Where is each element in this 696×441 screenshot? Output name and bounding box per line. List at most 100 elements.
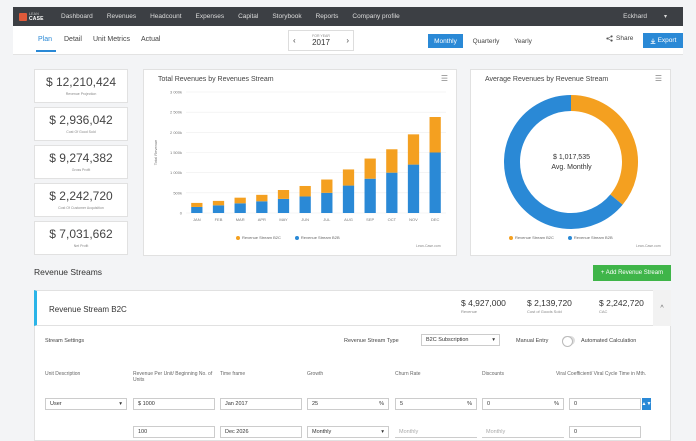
nav-revenues[interactable]: Revenues bbox=[107, 13, 136, 20]
col-discounts: Discounts bbox=[482, 371, 504, 377]
revenue-streams-title: Revenue Streams bbox=[34, 267, 103, 277]
stream-cac: $ 2,242,720 CAC bbox=[599, 298, 644, 314]
bar-revenue-stream-b2c bbox=[364, 158, 376, 179]
add-revenue-stream-button[interactable]: + Add Revenue Stream bbox=[593, 265, 671, 281]
nav-reports[interactable]: Reports bbox=[316, 13, 339, 20]
x-tick-label: SEP bbox=[366, 217, 374, 222]
stream-type-label: Revenue Stream Type bbox=[344, 338, 399, 344]
bar-revenue-stream-b2b bbox=[429, 152, 441, 213]
viral-coefficient-input[interactable]: 0 bbox=[569, 398, 641, 410]
nav-expenses[interactable]: Expenses bbox=[196, 13, 225, 20]
x-tick-label: DEC bbox=[431, 217, 440, 222]
tab-unit-metrics[interactable]: Unit Metrics bbox=[93, 36, 130, 43]
y-tick-label: 1 000k bbox=[170, 170, 182, 175]
bar-revenue-stream-b2b bbox=[321, 192, 333, 213]
bar-revenue-stream-b2c bbox=[256, 194, 268, 202]
sub-navigation: Plan Detail Unit Metrics Actual ‹ FOR YE… bbox=[13, 26, 683, 55]
calculation-mode-toggle[interactable] bbox=[562, 336, 575, 347]
x-tick-label: AUG bbox=[344, 217, 353, 222]
nav-company-profile[interactable]: Company profile bbox=[352, 13, 399, 20]
discount-period-select[interactable]: Monthly bbox=[482, 426, 564, 438]
nav-storybook[interactable]: Storybook bbox=[272, 13, 301, 20]
next-year-icon[interactable]: › bbox=[346, 36, 349, 45]
download-icon bbox=[650, 38, 655, 44]
x-tick-label: MAR bbox=[236, 217, 245, 222]
year-selector: ‹ FOR YEAR 2017 › bbox=[288, 30, 354, 51]
time-frame-end-input[interactable]: Dec 2026 bbox=[220, 426, 302, 438]
y-tick-label: 1 500k bbox=[170, 150, 182, 155]
x-tick-label: OCT bbox=[388, 217, 397, 222]
collapse-stream-icon[interactable]: ^ bbox=[653, 290, 671, 326]
nav-capital[interactable]: Capital bbox=[238, 13, 258, 20]
chevron-down-icon: ▾ bbox=[381, 429, 384, 435]
growth-input[interactable]: 25% bbox=[307, 398, 389, 410]
bar-revenue-stream-b2b bbox=[256, 201, 268, 213]
nav-dashboard[interactable]: Dashboard bbox=[61, 13, 93, 20]
tab-actual[interactable]: Actual bbox=[141, 36, 160, 43]
stream-type-select[interactable]: B2C Subscription ▾ bbox=[421, 334, 500, 346]
x-tick-label: FEB bbox=[215, 217, 223, 222]
tab-plan[interactable]: Plan bbox=[38, 36, 52, 43]
stream-header[interactable]: Revenue Stream B2C $ 4,927,000 Revenue $… bbox=[34, 290, 671, 326]
y-tick-label: 0 bbox=[180, 211, 183, 216]
chevron-down-icon: ▾ bbox=[119, 401, 122, 407]
bar-revenue-stream-b2c bbox=[212, 200, 225, 206]
manual-entry-label: Manual Entry bbox=[516, 338, 549, 344]
bar-revenue-stream-b2c bbox=[342, 169, 355, 186]
bar-revenue-stream-b2b bbox=[342, 185, 355, 213]
previous-year-icon[interactable]: ‹ bbox=[293, 36, 296, 45]
nav-headcount[interactable]: Headcount bbox=[150, 13, 181, 20]
y-tick-label: 3 000k bbox=[170, 90, 182, 95]
growth-period-select[interactable]: Monthly ▾ bbox=[307, 426, 389, 438]
bar-revenue-stream-b2c bbox=[191, 202, 203, 207]
app-logo[interactable]: LEAN CASE bbox=[13, 12, 61, 22]
bar-revenue-stream-b2c bbox=[321, 179, 333, 193]
chevron-down-icon: ▾ bbox=[492, 337, 495, 343]
export-button[interactable]: Export bbox=[643, 33, 683, 48]
monthly-button[interactable]: Monthly bbox=[428, 34, 463, 48]
beginning-units-input[interactable]: 100 bbox=[133, 426, 215, 438]
y-tick-label: 2 000k bbox=[170, 130, 182, 135]
kpi-gross-profit: $ 9,274,382 Gross Profit bbox=[34, 145, 128, 179]
viral-cycle-input[interactable]: 0 bbox=[569, 426, 641, 438]
stepper-icon[interactable]: ▲▼ bbox=[642, 398, 651, 410]
x-tick-label: JUL bbox=[323, 217, 331, 222]
col-revenue-per-unit: Revenue Per Unit/ Beginning No. of Units bbox=[133, 371, 213, 383]
y-tick-label: 2 500k bbox=[170, 110, 182, 115]
bar-revenue-stream-b2b bbox=[386, 172, 398, 213]
time-frame-start-input[interactable]: Jan 2017 bbox=[220, 398, 302, 410]
legend-b2c: Revenue Stream B2C bbox=[236, 235, 281, 240]
donut-slice-revenue-stream-b2c bbox=[570, 95, 638, 205]
quarterly-button[interactable]: Quarterly bbox=[466, 34, 506, 48]
bar-revenue-stream-b2b bbox=[212, 205, 225, 213]
yearly-button[interactable]: Yearly bbox=[507, 34, 539, 48]
churn-rate-input[interactable]: 5% bbox=[395, 398, 477, 410]
bar-revenue-stream-b2c bbox=[299, 185, 311, 197]
kpi-revenue-projection: $ 12,210,424 Revenue Projection bbox=[34, 69, 128, 103]
bar-revenue-stream-b2b bbox=[299, 196, 311, 213]
y-axis-label: Total Revenue bbox=[153, 139, 158, 165]
legend-b2c: Revenue Stream B2C bbox=[509, 235, 554, 240]
donut-center-label: Avg. Monthly bbox=[551, 164, 592, 171]
kpi-cost-of-goods-sold: $ 2,936,042 Cost Of Good Sold bbox=[34, 107, 128, 141]
kpi-net-profit: $ 7,031,662 Net Profit bbox=[34, 221, 128, 255]
bar-revenue-stream-b2b bbox=[191, 206, 203, 213]
average-revenues-chart-panel: Average Revenues by Revenue Stream ☰ $ 1… bbox=[470, 69, 671, 256]
bar-revenue-stream-b2c bbox=[386, 149, 398, 173]
bar-revenue-stream-b2c bbox=[429, 117, 441, 153]
tab-detail[interactable]: Detail bbox=[64, 36, 82, 43]
churn-period-select[interactable]: Monthly bbox=[395, 426, 477, 438]
top-navigation: LEAN CASE Dashboard Revenues Headcount Ex… bbox=[13, 7, 683, 26]
user-menu-caret-icon[interactable]: ▾ bbox=[664, 13, 667, 20]
bar-revenue-stream-b2b bbox=[234, 203, 246, 213]
revenue-per-unit-input[interactable]: $ 1000 bbox=[133, 398, 215, 410]
unit-description-select[interactable]: User ▾ bbox=[45, 398, 127, 410]
active-tab-indicator bbox=[36, 50, 56, 52]
bar-chart-legend: Revenue Stream B2C Revenue Stream B2B bbox=[236, 235, 340, 240]
share-button[interactable]: Share bbox=[606, 35, 633, 42]
discounts-input[interactable]: 0% bbox=[482, 398, 564, 410]
bar-chart: 0 500k 1 000k 1 500k 2 000k 2 500k 3 000k Total… bbox=[153, 90, 446, 222]
stream-settings: Stream Settings Revenue Stream Type B2C … bbox=[34, 326, 671, 441]
y-tick-label: 500k bbox=[173, 190, 182, 195]
user-name[interactable]: Eckhard bbox=[623, 13, 647, 20]
